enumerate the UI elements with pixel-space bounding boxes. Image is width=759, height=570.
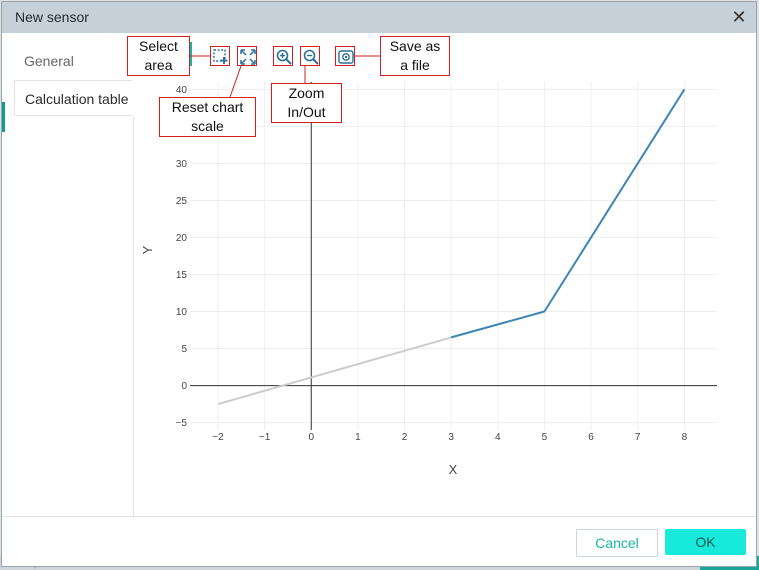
callout-connectors — [190, 55, 380, 98]
